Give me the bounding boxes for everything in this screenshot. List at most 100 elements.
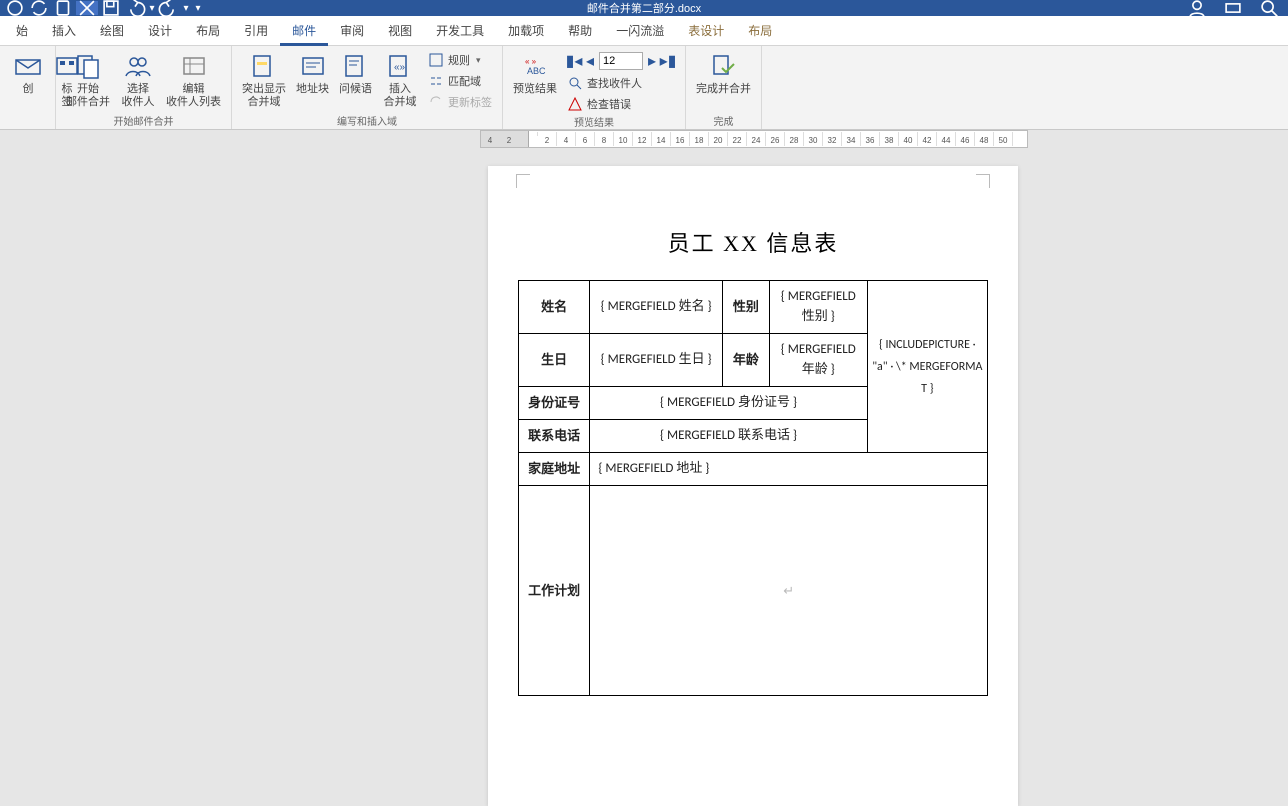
tab-flash[interactable]: 一闪流溢 xyxy=(604,16,676,46)
cell-address-label[interactable]: 家庭地址 xyxy=(519,453,590,486)
tab-review[interactable]: 审阅 xyxy=(328,16,376,46)
quick-access-toolbar: ▾ ▾ ▾ xyxy=(0,1,204,15)
edit-recipients-label: 编辑 收件人列表 xyxy=(166,83,221,109)
account-icon[interactable] xyxy=(1186,1,1208,15)
ruler-tick: 34 xyxy=(842,132,861,146)
cell-age-field[interactable]: { MERGEFIELD 年龄 } xyxy=(769,334,867,387)
match-label: 匹配域 xyxy=(448,73,481,89)
undo-dropdown-icon[interactable]: ▾ xyxy=(148,1,156,15)
margin-corner-tr xyxy=(976,174,990,188)
ruler-tick: 2 xyxy=(538,132,557,146)
ruler-tick: 8 xyxy=(595,132,614,146)
cell-name-field[interactable]: { MERGEFIELD 姓名 } xyxy=(590,281,723,334)
group-create-label xyxy=(6,117,49,129)
horizontal-ruler[interactable]: 4224681012141618202224262830323436384042… xyxy=(0,130,1288,148)
ruler-tick: 44 xyxy=(937,132,956,146)
select-recipients-button[interactable]: 选择 收件人 xyxy=(116,48,160,111)
cell-phone-field[interactable]: { MERGEFIELD 联系电话 } xyxy=(590,420,867,453)
qat-redo-icon[interactable] xyxy=(158,1,180,15)
match-fields-button[interactable]: 匹配域 xyxy=(424,71,496,91)
ruler-tick: 46 xyxy=(956,132,975,146)
ruler-tick: 2 xyxy=(500,132,519,146)
search-icon[interactable] xyxy=(1258,1,1280,15)
address-block-button[interactable]: 地址块 xyxy=(292,48,333,98)
tab-insert[interactable]: 插入 xyxy=(40,16,88,46)
update-label: 更新标签 xyxy=(448,94,492,110)
highlight-icon xyxy=(248,50,280,82)
ruler-tick: 18 xyxy=(690,132,709,146)
cell-phone-label[interactable]: 联系电话 xyxy=(519,420,590,453)
ruler-tick: 24 xyxy=(747,132,766,146)
tab-design[interactable]: 设计 xyxy=(136,16,184,46)
cell-birthday-label[interactable]: 生日 xyxy=(519,334,590,387)
edit-recipients-button[interactable]: 编辑 收件人列表 xyxy=(162,48,225,111)
record-number-input[interactable] xyxy=(599,52,643,70)
tab-addins[interactable]: 加载项 xyxy=(496,16,556,46)
qat-touch-icon[interactable] xyxy=(52,1,74,15)
ruler-tick: 10 xyxy=(614,132,633,146)
qat-autosave-icon[interactable] xyxy=(4,1,26,15)
qat-undo-icon[interactable] xyxy=(124,1,146,15)
cell-picture-field[interactable]: { INCLUDEPICTURE · "a" · \* MERGEFORMAT … xyxy=(867,281,987,453)
ruler-tick: 32 xyxy=(823,132,842,146)
tab-draw[interactable]: 绘图 xyxy=(88,16,136,46)
tab-help[interactable]: 帮助 xyxy=(556,16,604,46)
address-label: 地址块 xyxy=(296,83,329,96)
tab-home[interactable]: 始 xyxy=(4,16,40,46)
cell-address-field[interactable]: { MERGEFIELD 地址 } xyxy=(590,453,988,486)
tab-references[interactable]: 引用 xyxy=(232,16,280,46)
info-table[interactable]: 姓名 { MERGEFIELD 姓名 } 性别 { MERGEFIELD 性别 … xyxy=(518,280,988,696)
ruler-tick: 4 xyxy=(481,132,500,146)
insert-field-button[interactable]: «» 插入 合并域 xyxy=(378,48,422,111)
rules-button[interactable]: 规则▾ xyxy=(424,50,496,70)
svg-text:« »: « » xyxy=(525,57,537,66)
qat-sync-icon[interactable] xyxy=(28,1,50,15)
last-record-icon[interactable]: ▸▮ xyxy=(661,52,675,70)
document-heading[interactable]: 员工 XX 信息表 xyxy=(488,226,1018,258)
edit-recipients-icon xyxy=(178,50,210,82)
tab-layout[interactable]: 布局 xyxy=(184,16,232,46)
document-area[interactable]: 员工 XX 信息表 姓名 { MERGEFIELD 姓名 } 性别 { MERG… xyxy=(0,148,1288,800)
start-merge-button[interactable]: 开始 邮件合并 xyxy=(62,48,114,111)
ruler-tick: 16 xyxy=(671,132,690,146)
finish-label: 完成并合并 xyxy=(696,83,751,96)
cell-id-field[interactable]: { MERGEFIELD 身份证号 } xyxy=(590,387,867,420)
cell-name-label[interactable]: 姓名 xyxy=(519,281,590,334)
qat-unknown-icon[interactable] xyxy=(76,1,98,15)
cell-plan-label[interactable]: 工作计划 xyxy=(519,486,590,696)
qat-save-icon[interactable] xyxy=(100,1,122,15)
qat-customize-icon[interactable]: ▾ xyxy=(192,1,204,15)
preview-results-button[interactable]: « »ABC 预览结果 xyxy=(509,48,561,98)
tab-tablelayout[interactable]: 布局 xyxy=(736,16,784,46)
cell-gender-label[interactable]: 性别 xyxy=(722,281,769,334)
tab-view[interactable]: 视图 xyxy=(376,16,424,46)
document-title: 邮件合并第二部分.docx xyxy=(587,0,701,16)
greeting-button[interactable]: 问候语 xyxy=(335,48,376,98)
group-write-label: 编写和插入域 xyxy=(238,113,496,129)
find-icon xyxy=(567,75,583,91)
tab-tabledesign[interactable]: 表设计 xyxy=(676,16,736,46)
cell-birthday-field[interactable]: { MERGEFIELD 生日 } xyxy=(590,334,723,387)
redo-dropdown-icon[interactable]: ▾ xyxy=(182,1,190,15)
prev-record-icon[interactable]: ◂ xyxy=(583,52,597,70)
cell-id-label[interactable]: 身份证号 xyxy=(519,387,590,420)
envelope-icon xyxy=(12,50,44,82)
cell-plan-field[interactable]: ↵ xyxy=(590,486,988,696)
envelopes-button[interactable]: 创 xyxy=(6,48,50,98)
title-bar: ▾ ▾ ▾ 邮件合并第二部分.docx xyxy=(0,0,1288,16)
tab-mailings[interactable]: 邮件 xyxy=(280,16,328,46)
cell-age-label[interactable]: 年龄 xyxy=(722,334,769,387)
find-recipient-button[interactable]: 查找收件人 xyxy=(563,73,679,93)
ruler-tick: 28 xyxy=(785,132,804,146)
finish-merge-button[interactable]: 完成并合并 xyxy=(692,48,755,98)
highlight-fields-button[interactable]: 突出显示 合并域 xyxy=(238,48,290,111)
first-record-icon[interactable]: ▮◂ xyxy=(567,52,581,70)
next-record-icon[interactable]: ▸ xyxy=(645,52,659,70)
tab-developer[interactable]: 开发工具 xyxy=(424,16,496,46)
check-errors-button[interactable]: 检查错误 xyxy=(563,94,679,114)
record-navigator: ▮◂ ◂ ▸ ▸▮ xyxy=(563,50,679,72)
cell-gender-field[interactable]: { MERGEFIELD 性别 } xyxy=(769,281,867,334)
ribbon-options-icon[interactable] xyxy=(1222,1,1244,15)
envelopes-label: 创 xyxy=(23,83,34,96)
match-icon xyxy=(428,73,444,89)
